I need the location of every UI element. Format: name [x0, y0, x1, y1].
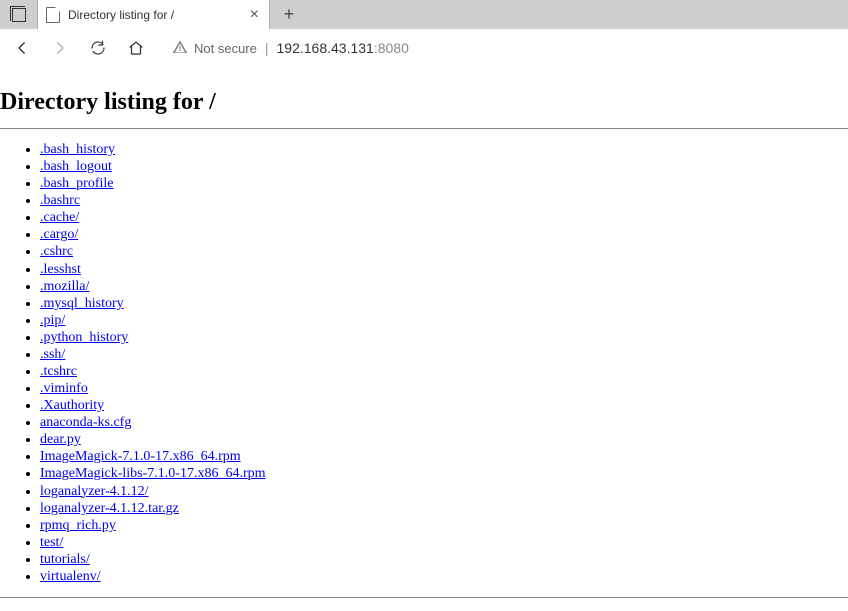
tab-title: Directory listing for / — [68, 8, 242, 22]
close-tab-button[interactable]: × — [250, 7, 259, 23]
file-link[interactable]: .bash_profile — [40, 176, 113, 191]
file-link[interactable]: .bash_history — [40, 142, 115, 157]
list-item: .bash_logout — [40, 158, 848, 175]
file-link[interactable]: dear.py — [40, 432, 81, 447]
refresh-button[interactable] — [82, 32, 114, 64]
file-list: .bash_history .bash_logout .bash_profile .b… — [0, 141, 848, 585]
tabs-icon — [12, 8, 26, 22]
file-link[interactable]: ImageMagick-7.1.0-17.x86_64.rpm — [40, 449, 241, 464]
list-item: .bash_profile — [40, 175, 848, 192]
file-link[interactable]: anaconda-ks.cfg — [40, 415, 131, 430]
file-link[interactable]: .Xauthority — [40, 398, 104, 413]
file-link[interactable]: .pip/ — [40, 313, 65, 328]
url-text: 192.168.43.131:8080 — [277, 40, 409, 56]
home-button[interactable] — [120, 32, 152, 64]
list-item: rpmq_rich.py — [40, 517, 848, 534]
list-item: .cargo/ — [40, 226, 848, 243]
file-link[interactable]: .viminfo — [40, 381, 88, 396]
page-title: Directory listing for / — [0, 89, 848, 116]
file-link[interactable]: .cargo/ — [40, 227, 78, 242]
list-item: .viminfo — [40, 380, 848, 397]
list-item: ImageMagick-libs-7.1.0-17.x86_64.rpm — [40, 465, 848, 482]
file-link[interactable]: .lesshst — [40, 262, 81, 277]
file-link[interactable]: .mysql_history — [40, 296, 124, 311]
list-item: loganalyzer-4.1.12.tar.gz — [40, 500, 848, 517]
security-label: Not secure — [194, 41, 257, 56]
list-item: .mysql_history — [40, 295, 848, 312]
list-item: virtualenv/ — [40, 568, 848, 585]
browser-tab-strip: Directory listing for / × + — [0, 0, 848, 29]
url-port: :8080 — [374, 40, 409, 56]
browser-toolbar: Not secure | 192.168.43.131:8080 — [0, 29, 848, 67]
list-item: .lesshst — [40, 261, 848, 278]
plus-icon: + — [284, 4, 295, 25]
list-item: test/ — [40, 534, 848, 551]
file-link[interactable]: test/ — [40, 535, 63, 550]
list-item: .python_history — [40, 329, 848, 346]
list-item: .bashrc — [40, 192, 848, 209]
file-link[interactable]: loganalyzer-4.1.12/ — [40, 484, 149, 499]
address-bar[interactable]: Not secure | 192.168.43.131:8080 — [164, 33, 842, 63]
file-link[interactable]: loganalyzer-4.1.12.tar.gz — [40, 501, 179, 516]
file-link[interactable]: .python_history — [40, 330, 128, 345]
list-item: .cache/ — [40, 209, 848, 226]
list-item: ImageMagick-7.1.0-17.x86_64.rpm — [40, 448, 848, 465]
list-item: .Xauthority — [40, 397, 848, 414]
back-button[interactable] — [6, 32, 38, 64]
window-tabs-button[interactable] — [0, 0, 38, 29]
file-link[interactable]: .bash_logout — [40, 159, 112, 174]
security-indicator[interactable]: Not secure — [172, 39, 257, 58]
file-link[interactable]: .mozilla/ — [40, 279, 89, 294]
address-divider: | — [265, 40, 269, 56]
list-item: anaconda-ks.cfg — [40, 414, 848, 431]
list-item: loganalyzer-4.1.12/ — [40, 483, 848, 500]
file-link[interactable]: rpmq_rich.py — [40, 518, 116, 533]
list-item: .pip/ — [40, 312, 848, 329]
file-link[interactable]: .cache/ — [40, 210, 79, 225]
list-item: .ssh/ — [40, 346, 848, 363]
url-host: 192.168.43.131 — [277, 40, 374, 56]
file-link[interactable]: .cshrc — [40, 244, 73, 259]
file-link[interactable]: .bashrc — [40, 193, 80, 208]
file-link[interactable]: virtualenv/ — [40, 569, 101, 584]
file-link[interactable]: .ssh/ — [40, 347, 65, 362]
list-item: dear.py — [40, 431, 848, 448]
browser-tab[interactable]: Directory listing for / × — [38, 0, 270, 29]
file-link[interactable]: .tcshrc — [40, 364, 77, 379]
list-item: tutorials/ — [40, 551, 848, 568]
list-item: .mozilla/ — [40, 278, 848, 295]
warning-icon — [172, 39, 188, 58]
list-item: .bash_history — [40, 141, 848, 158]
list-item: .tcshrc — [40, 363, 848, 380]
divider-top — [0, 128, 848, 129]
list-item: .cshrc — [40, 243, 848, 260]
document-icon — [46, 7, 60, 23]
file-link[interactable]: ImageMagick-libs-7.1.0-17.x86_64.rpm — [40, 466, 266, 481]
file-link[interactable]: tutorials/ — [40, 552, 90, 567]
new-tab-button[interactable]: + — [270, 0, 308, 29]
page-content: Directory listing for / .bash_history.ba… — [0, 89, 848, 598]
forward-button[interactable] — [44, 32, 76, 64]
divider-bottom — [0, 597, 848, 598]
